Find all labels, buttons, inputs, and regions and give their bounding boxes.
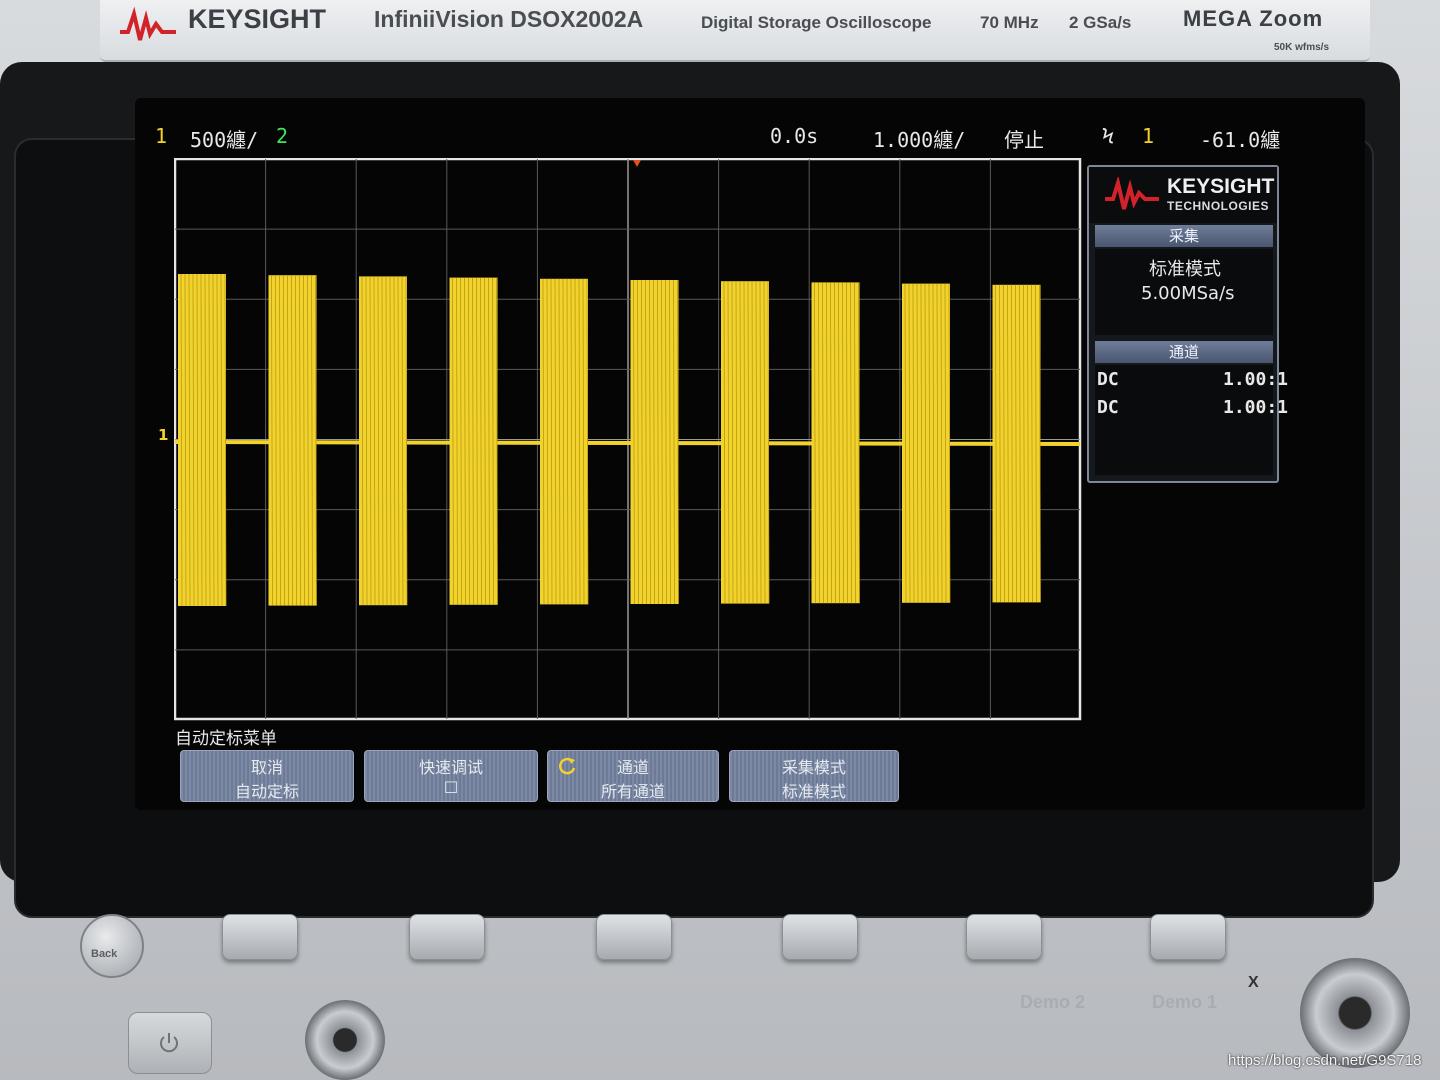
waveform-burst: [721, 281, 770, 604]
waveform-burst: [902, 283, 951, 603]
acquisition-mode: 标准模式: [1149, 259, 1221, 280]
run-state: 停止: [1004, 128, 1044, 152]
softkey-label-line2: 所有通道: [600, 782, 665, 801]
softkey-hw-button-6[interactable]: [1150, 914, 1226, 960]
ch2-coupling: DC: [1097, 397, 1119, 418]
softkey-label-line1: 通道: [616, 758, 649, 777]
acquisition-rate: 5.00MSa/s: [1141, 283, 1235, 304]
softkey-label-line2: 自动定标: [234, 782, 299, 801]
softkey-label-line1: 采集模式: [781, 758, 846, 777]
trigger-edge-icon: Ϟ: [1102, 124, 1115, 148]
softkey-hw-button-3[interactable]: [596, 914, 672, 960]
softkey-acquisition-mode[interactable]: 采集模式 标准模式: [729, 750, 899, 802]
softkey-hw-button-1[interactable]: [222, 914, 298, 960]
power-icon: [160, 1033, 178, 1053]
ch2-indicator[interactable]: 2: [276, 124, 288, 148]
softkey-channels[interactable]: 通道 所有通道: [547, 750, 719, 802]
waveform-burst: [268, 275, 317, 606]
demo2-label: Demo 2: [1020, 992, 1086, 1012]
waveform-burst: [359, 276, 408, 606]
brand-name: KEYSIGHT: [188, 4, 327, 34]
probe-comp-mark: X: [1248, 974, 1259, 991]
ch2-probe-ratio: 1.00:1: [1223, 397, 1289, 418]
waveform-burst: [178, 273, 227, 607]
fast-debug-checkbox[interactable]: ☐: [365, 778, 537, 797]
softkey-hw-button-5[interactable]: [966, 914, 1042, 960]
softkey-menu-title: 自动定标菜单: [175, 729, 277, 749]
trigger-channel: 1: [1142, 124, 1155, 148]
trigger-position-marker-icon: [633, 160, 641, 167]
model-description: Digital Storage Oscilloscope: [701, 13, 932, 32]
softkey-label-line2: 标准模式: [781, 782, 846, 801]
softkey-label-line1: 取消: [250, 758, 283, 777]
channel-header[interactable]: 通道: [1095, 341, 1273, 363]
side-logo-name: KEYSIGHT: [1167, 175, 1275, 198]
ch1-indicator[interactable]: 1: [155, 124, 167, 148]
waveform-burst: [540, 278, 589, 605]
acquisition-body: 标准模式 5.00MSa/s: [1095, 249, 1273, 335]
megazoom-subtitle: 50K wfms/s: [1274, 42, 1330, 53]
oscilloscope-chassis: KEYSIGHT InfiniiVision DSOX2002A Digital…: [0, 0, 1440, 1080]
waveform-burst: [449, 277, 498, 605]
channel-body: DC 1.00:1 DC 1.00:1: [1095, 365, 1288, 475]
softkey-fast-debug[interactable]: 快速调试 ☐: [364, 750, 538, 802]
demo1-label: Demo 1: [1152, 992, 1218, 1012]
ch1-coupling: DC: [1097, 369, 1119, 390]
softkey-hw-button-2[interactable]: [409, 914, 485, 960]
megazoom-logo: MEGA Zoom: [1183, 6, 1324, 31]
side-logo-area: KEYSIGHT TECHNOLOGIES: [1089, 167, 1277, 223]
usb-bnc-connector: [305, 1000, 385, 1080]
acquisition-header[interactable]: 采集: [1095, 225, 1273, 247]
sample-rate-spec: 2 GSa/s: [1069, 13, 1132, 32]
back-button[interactable]: [80, 914, 144, 978]
model-name: InfiniiVision DSOX2002A: [374, 6, 644, 32]
softkey-hw-button-4[interactable]: [782, 914, 858, 960]
ch1-vertical-scale: 500纏/: [190, 128, 259, 152]
softkey-undo-autoscale[interactable]: 取消 自动定标: [180, 750, 354, 802]
graticule-waveform-area: [174, 158, 1082, 721]
keysight-side-logo-icon: [1105, 177, 1159, 210]
ch1-ground-marker[interactable]: 1: [158, 426, 168, 444]
side-info-panel: KEYSIGHT TECHNOLOGIES 采集 标准模式 5.00MSa/s …: [1087, 165, 1288, 483]
ch1-probe-ratio: 1.00:1: [1223, 369, 1289, 390]
back-button-label: Back: [91, 948, 118, 960]
waveform-burst: [811, 282, 860, 604]
side-logo-subtitle: TECHNOLOGIES: [1167, 199, 1270, 213]
bandwidth-spec: 70 MHz: [980, 13, 1039, 32]
time-scale: 1.000纏/: [873, 128, 966, 152]
softkey-label-line1: 快速调试: [418, 758, 483, 777]
waveform-burst: [992, 284, 1041, 603]
time-offset: 0.0s: [770, 124, 819, 148]
keysight-wave-logo-icon: [120, 6, 176, 41]
watermark: https://blog.csdn.net/G9S718: [1228, 1052, 1422, 1069]
trigger-level: -61.0纏: [1200, 128, 1281, 152]
waveform-burst: [630, 279, 679, 605]
